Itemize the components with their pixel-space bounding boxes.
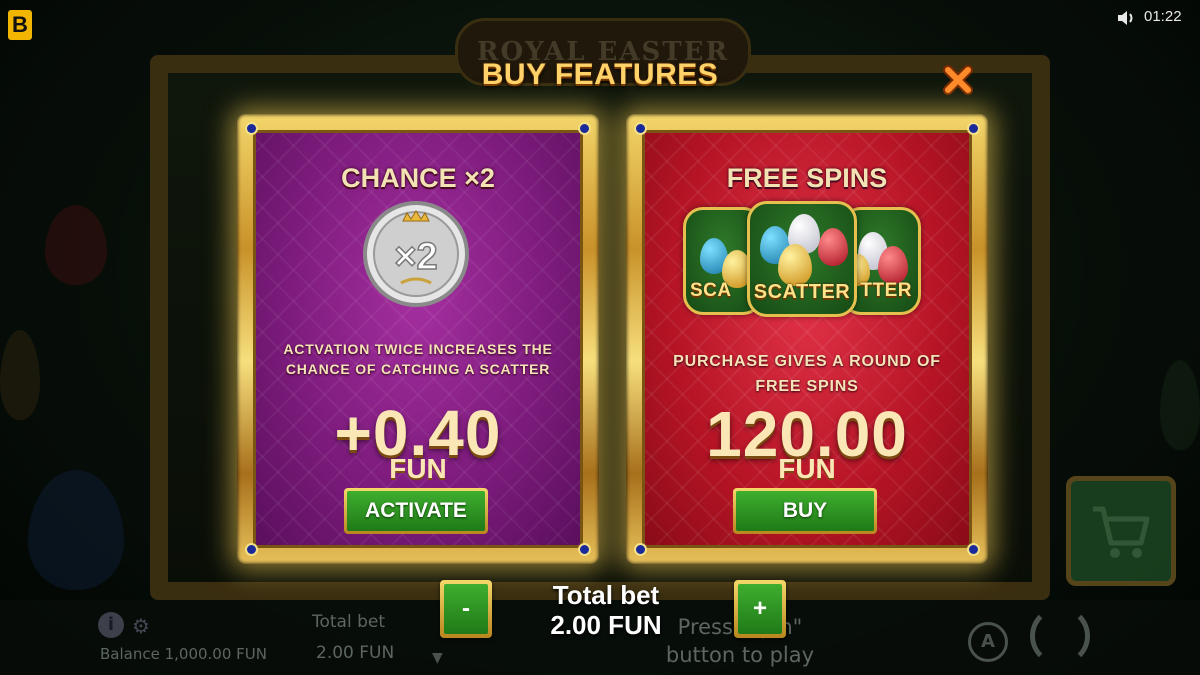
card-description: PURCHASE GIVES A ROUND OF FREE SPINS bbox=[673, 353, 941, 395]
card-title: CHANCE ×2 bbox=[341, 163, 495, 193]
card-title: FREE SPINS bbox=[726, 163, 888, 193]
card-currency: FUN bbox=[389, 453, 447, 484]
decrease-bet-button[interactable]: - bbox=[440, 580, 492, 638]
corner-gem bbox=[634, 122, 647, 135]
scatter-symbols: SCA TTER SCATTER bbox=[683, 201, 923, 321]
feature-card-free-spins: FREE SPINS SCA TTER SCATTER PURCHASE GIV… bbox=[626, 114, 988, 564]
activate-button[interactable]: ACTIVATE bbox=[344, 488, 488, 534]
modal-title: BUY FEATURES bbox=[481, 58, 719, 91]
egg-icon bbox=[818, 228, 848, 266]
dim-overlay bbox=[0, 0, 1200, 675]
coin-text: ×2 bbox=[394, 236, 437, 278]
scatter-symbol: SCATTER bbox=[747, 201, 857, 317]
total-bet-label: Total bet bbox=[552, 580, 660, 610]
feature-card-chance: CHANCE ×2 ×2 ACTVATION TWICE INCREASES T… bbox=[237, 114, 599, 564]
background-game: ROYAL EASTER i ⚙ Balance 1,000.00 FUN To… bbox=[0, 0, 1200, 675]
buy-feature-cart-button bbox=[1066, 476, 1176, 586]
corner-gem bbox=[967, 122, 980, 135]
egg-icon bbox=[878, 246, 908, 284]
clock: 01:22 bbox=[1144, 8, 1182, 25]
balance-text: Balance 1,000.00 FUN bbox=[100, 645, 267, 663]
scatter-label: SCATTER bbox=[753, 281, 851, 303]
card-description: ACTVATION TWICE INCREASES THE CHANCE OF … bbox=[283, 341, 553, 377]
gear-icon: ⚙ bbox=[132, 614, 150, 638]
corner-gem bbox=[245, 122, 258, 135]
card-currency: FUN bbox=[778, 453, 836, 484]
buy-button[interactable]: BUY bbox=[733, 488, 877, 534]
plus-label: + bbox=[738, 584, 782, 634]
corner-gem bbox=[578, 122, 591, 135]
chevron-down-icon: ▼ bbox=[432, 650, 443, 666]
background-total-bet-value: 2.00 FUN bbox=[316, 643, 395, 663]
corner-gem bbox=[245, 543, 258, 556]
speaker-icon[interactable] bbox=[1116, 8, 1138, 32]
info-icon: i bbox=[98, 612, 124, 638]
autoplay-icon: A bbox=[968, 622, 1008, 662]
close-icon bbox=[943, 65, 973, 95]
corner-gem bbox=[967, 543, 980, 556]
card-panel: FREE SPINS SCA TTER SCATTER PURCHASE GIV… bbox=[642, 130, 972, 548]
buy-button-label: BUY bbox=[736, 491, 874, 531]
close-button[interactable] bbox=[940, 62, 976, 98]
corner-gem bbox=[578, 543, 591, 556]
increase-bet-button[interactable]: + bbox=[734, 580, 786, 638]
minus-label: - bbox=[444, 584, 488, 634]
card-panel: CHANCE ×2 ×2 ACTVATION TWICE INCREASES T… bbox=[253, 130, 583, 548]
egg-icon bbox=[778, 244, 812, 286]
x2-coin-icon: ×2 bbox=[363, 201, 469, 307]
background-total-bet-label: Total bet bbox=[312, 612, 386, 632]
spin-icon bbox=[1030, 606, 1090, 666]
scatter-label: SCA bbox=[690, 280, 732, 301]
activate-button-label: ACTIVATE bbox=[347, 491, 485, 531]
brand-logo: B bbox=[8, 10, 32, 40]
corner-gem bbox=[634, 543, 647, 556]
cart-icon bbox=[1093, 506, 1150, 558]
total-bet-value: 2.00 FUN bbox=[550, 610, 662, 640]
scatter-label: TTER bbox=[860, 280, 912, 301]
